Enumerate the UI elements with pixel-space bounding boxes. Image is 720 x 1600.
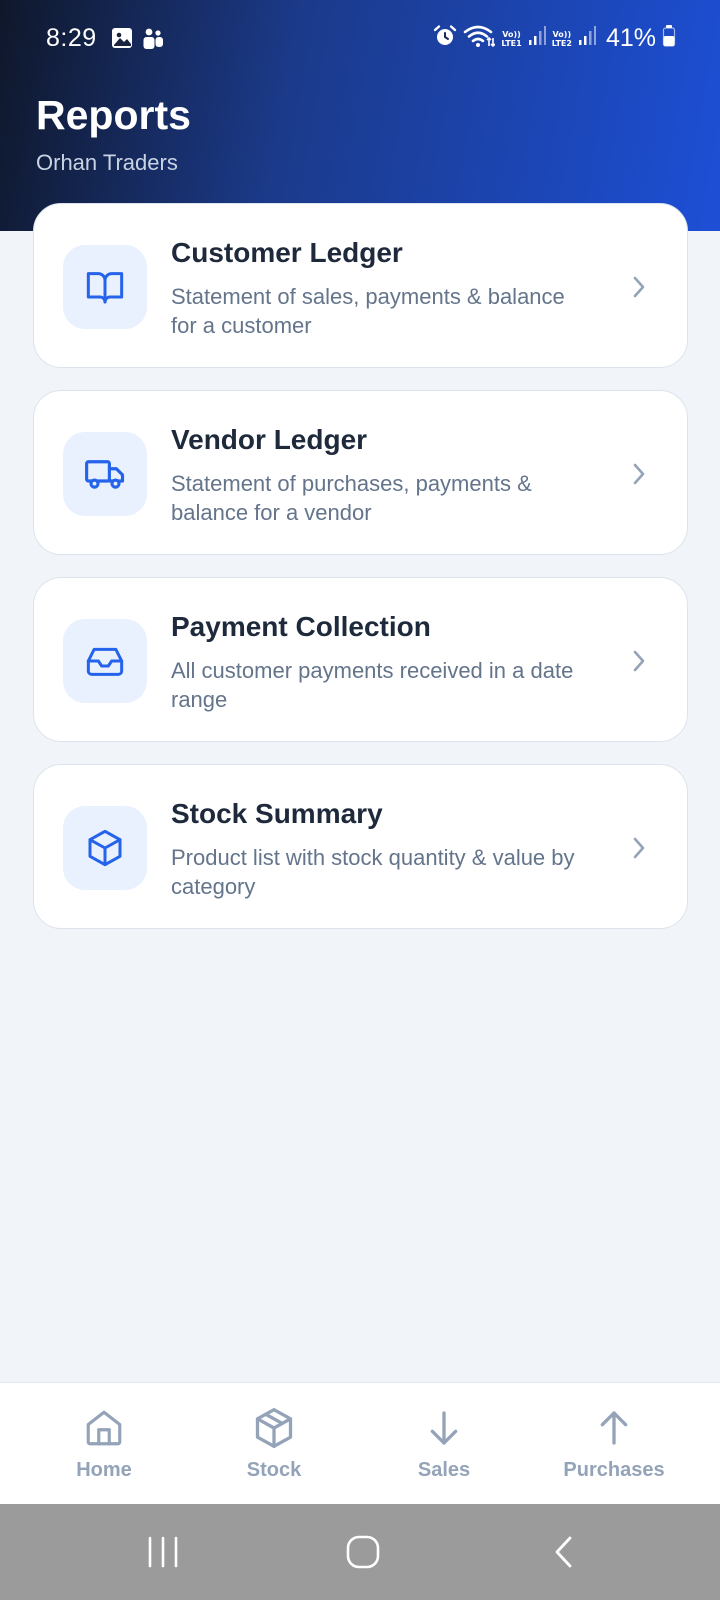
nav-label: Stock [246,1459,302,1481]
signal-icon [578,25,596,52]
home-button-icon[interactable] [345,1534,381,1575]
report-list: Customer Ledger Statement of sales, paym… [33,203,688,951]
battery-percent: 41% [605,24,656,52]
nav-label: Home [76,1459,132,1481]
book-open-icon [63,245,147,329]
truck-icon [63,432,147,516]
teams-icon [141,27,165,56]
box-icon [63,806,147,890]
inbox-icon [63,619,147,703]
arrow-up-icon [594,1405,634,1451]
nav-label: Purchases [563,1459,665,1481]
report-title: Vendor Ledger [171,424,368,455]
report-title: Stock Summary [171,798,383,829]
status-bar: 8:29 Vo)) LTE1 Vo)) LTE2 41% [0,0,720,80]
chevron-right-icon [627,461,651,492]
report-description: Product list with stock quantity & value… [171,845,575,899]
report-card-stock-summary[interactable]: Stock Summary Product list with stock qu… [33,764,688,929]
back-icon[interactable] [552,1534,576,1575]
signal-icon [528,25,546,52]
report-card-payment-collection[interactable]: Payment Collection All customer payments… [33,577,688,742]
home-icon [83,1405,125,1451]
sim2-label: Vo)) LTE2 [551,29,572,48]
status-time: 8:29 [46,24,97,52]
box-icon [252,1405,296,1451]
bottom-nav: Home Stock Sales Purchases [0,1382,720,1504]
report-title: Customer Ledger [171,237,403,268]
chevron-right-icon [627,648,651,679]
nav-item-stock[interactable]: Stock [184,1383,364,1505]
chevron-right-icon [627,835,651,866]
chevron-right-icon [627,274,651,305]
nav-item-home[interactable]: Home [14,1383,194,1505]
arrow-down-icon [424,1405,464,1451]
page-title: Reports [36,92,191,138]
report-title: Payment Collection [171,611,431,642]
page-subtitle: Orhan Traders [36,150,178,175]
sim1-label: Vo)) LTE1 [501,29,522,48]
report-description: Statement of sales, payments & balance f… [171,284,565,338]
nav-item-sales[interactable]: Sales [354,1383,534,1505]
battery-icon [662,24,676,53]
header-banner: 8:29 Vo)) LTE1 Vo)) LTE2 41% Reports Orh… [0,0,720,231]
gallery-icon [111,27,133,56]
report-description: All customer payments received in a date… [171,658,574,712]
report-description: Statement of purchases, payments & balan… [171,471,532,525]
report-card-customer-ledger[interactable]: Customer Ledger Statement of sales, paym… [33,203,688,368]
report-card-vendor-ledger[interactable]: Vendor Ledger Statement of purchases, pa… [33,390,688,555]
system-navigation-bar [0,1504,720,1600]
alarm-icon [433,24,457,53]
recents-icon[interactable] [146,1534,180,1575]
nav-item-purchases[interactable]: Purchases [524,1383,704,1505]
wifi-icon [463,24,496,53]
nav-label: Sales [417,1459,471,1481]
